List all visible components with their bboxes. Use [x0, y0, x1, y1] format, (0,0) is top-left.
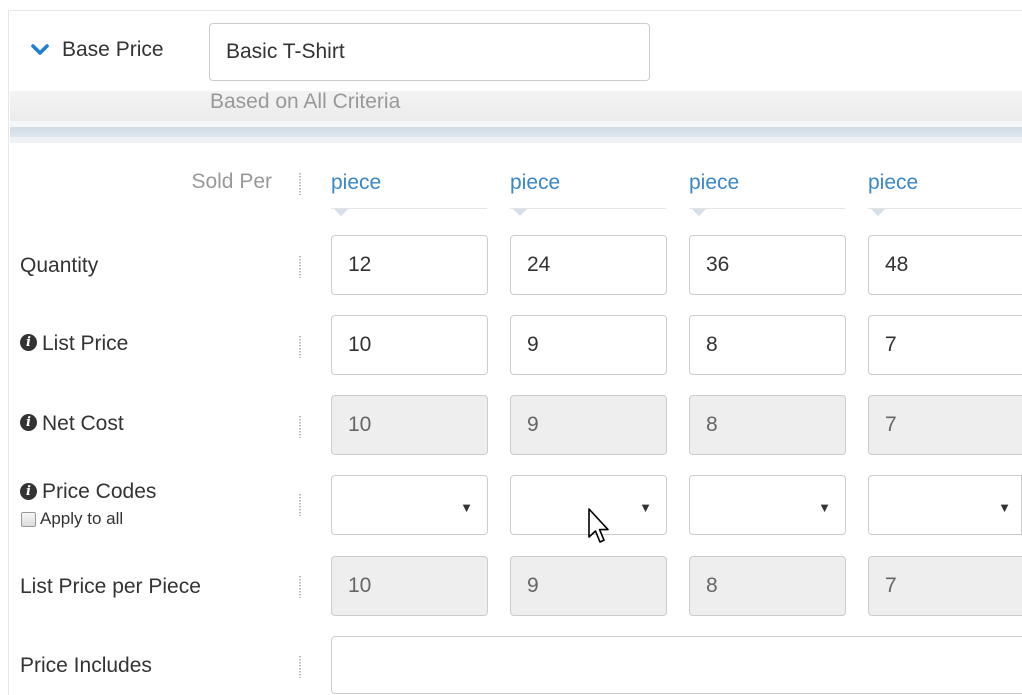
row-divider	[299, 656, 301, 678]
list-price-per-piece-label: List Price per Piece	[20, 575, 201, 598]
apply-to-all-label[interactable]: Apply to all	[40, 509, 123, 529]
quantity-input[interactable]	[868, 235, 1022, 295]
net-cost-label: Net Cost	[42, 412, 124, 435]
caret-down-icon: ▼	[998, 500, 1011, 515]
product-name-input[interactable]	[209, 23, 650, 81]
unit-underline	[868, 208, 1022, 209]
chevron-down-icon[interactable]	[30, 40, 50, 60]
row-divider	[299, 494, 301, 516]
list-price-input[interactable]	[868, 315, 1022, 375]
list-price-input[interactable]	[331, 315, 488, 375]
list-price-per-piece-field	[868, 556, 1022, 616]
info-icon[interactable]: i	[20, 334, 37, 351]
section-label[interactable]: Base Price	[62, 38, 164, 62]
unit-link[interactable]: piece	[868, 171, 918, 195]
price-codes-label: Price Codes	[42, 480, 157, 503]
row-divider	[299, 173, 301, 195]
list-price-label: List Price	[42, 332, 129, 355]
quantity-label: Quantity	[20, 254, 99, 277]
left-divider	[8, 10, 9, 695]
row-divider	[299, 336, 301, 358]
quantity-input[interactable]	[331, 235, 488, 295]
net-cost-field	[868, 395, 1022, 455]
net-cost-field	[331, 395, 488, 455]
net-cost-field	[510, 395, 667, 455]
criteria-band	[10, 91, 1022, 121]
unit-pointer	[871, 209, 885, 216]
section-separator	[10, 137, 1022, 143]
unit-underline	[689, 208, 845, 209]
unit-pointer	[334, 209, 348, 216]
unit-underline	[510, 208, 666, 209]
unit-link[interactable]: piece	[689, 171, 739, 195]
row-divider	[299, 416, 301, 438]
apply-to-all-checkbox[interactable]	[21, 512, 36, 527]
caret-down-icon: ▼	[818, 500, 831, 515]
criteria-text: Based on All Criteria	[210, 90, 401, 113]
price-code-select[interactable]: ▼	[331, 475, 488, 535]
list-price-per-piece-field	[689, 556, 846, 616]
quantity-input[interactable]	[510, 235, 667, 295]
unit-pointer	[692, 209, 706, 216]
row-divider	[299, 256, 301, 278]
caret-down-icon: ▼	[460, 500, 473, 515]
price-includes-input[interactable]	[331, 636, 1022, 694]
quantity-input[interactable]	[689, 235, 846, 295]
info-icon[interactable]: i	[20, 483, 37, 500]
net-cost-field	[689, 395, 846, 455]
unit-link[interactable]: piece	[331, 171, 381, 195]
unit-link[interactable]: piece	[510, 171, 560, 195]
price-code-select[interactable]: ▼	[868, 475, 1022, 535]
mouse-pointer-icon	[588, 508, 609, 543]
list-price-input[interactable]	[689, 315, 846, 375]
info-icon[interactable]: i	[20, 414, 37, 431]
sold-per-label: Sold Per	[191, 170, 272, 193]
price-code-select[interactable]: ▼	[689, 475, 846, 535]
unit-pointer	[513, 209, 527, 216]
price-includes-label: Price Includes	[20, 654, 152, 677]
row-divider	[299, 576, 301, 598]
unit-underline	[331, 208, 487, 209]
list-price-per-piece-field	[331, 556, 488, 616]
list-price-per-piece-field	[510, 556, 667, 616]
list-price-input[interactable]	[510, 315, 667, 375]
caret-down-icon: ▼	[639, 500, 652, 515]
section-separator-band	[10, 127, 1022, 137]
